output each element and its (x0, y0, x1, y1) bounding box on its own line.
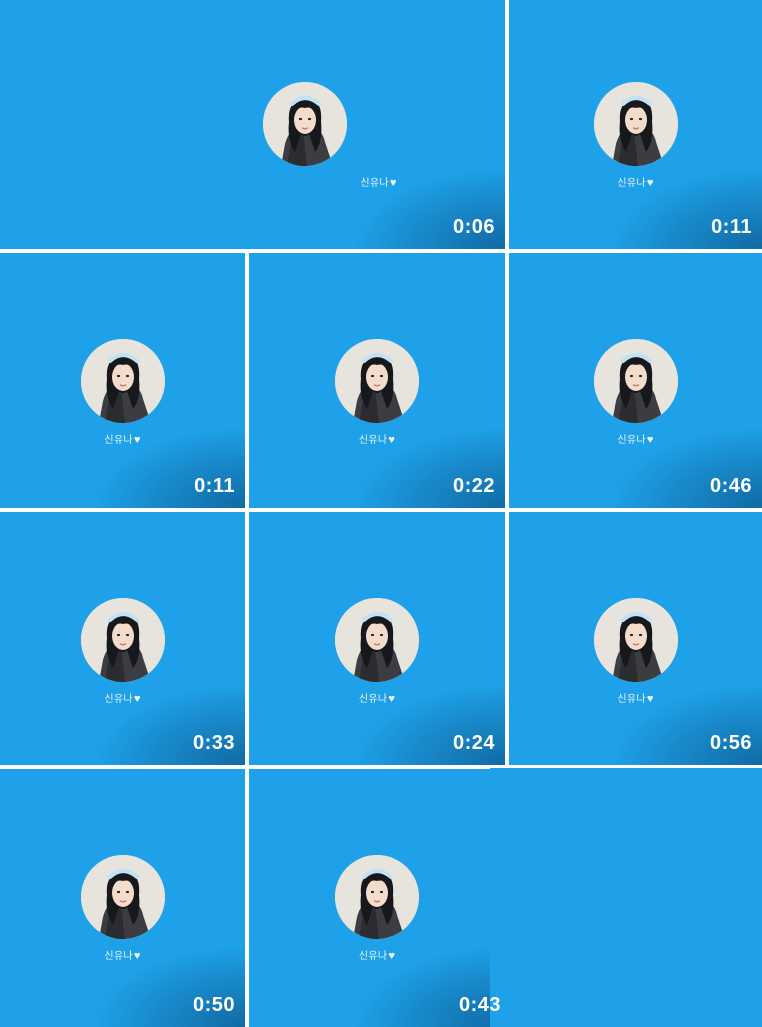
avatar (593, 598, 678, 682)
heart-icon: ♥ (388, 434, 396, 446)
clip-title: 신유나♥ (509, 690, 762, 705)
clip-name: 신유나 (104, 694, 133, 705)
clip-name: 신유나 (104, 435, 133, 446)
clip-title: 신유나♥ (0, 947, 245, 962)
avatar (593, 339, 678, 423)
clip-tile[interactable]: 신유나♥ 0:43 (249, 769, 505, 1027)
clip-name: 신유나 (360, 178, 389, 189)
clip-duration: 0:22 (452, 475, 495, 497)
heart-icon: ♥ (646, 693, 654, 705)
heart-icon: ♥ (646, 177, 654, 189)
clip-tile[interactable]: 신유나♥ 0:33 (0, 512, 245, 765)
avatar (335, 339, 419, 423)
clip-name: 신유나 (358, 435, 388, 446)
clip-title: 신유나♥ (0, 431, 245, 446)
clip-name: 신유나 (617, 178, 646, 189)
heart-icon: ♥ (388, 950, 396, 962)
clip-title: 신유나♥ (249, 431, 505, 446)
clip-tile[interactable]: 신유나♥ 0:24 (249, 512, 505, 765)
clip-title: 신유나♥ (249, 947, 505, 962)
clip-duration: 0:50 (192, 994, 235, 1016)
avatar (335, 598, 419, 682)
heart-icon: ♥ (133, 950, 141, 962)
clip-tile[interactable]: 신유나♥ 0:06 (0, 0, 505, 249)
avatar (80, 339, 165, 423)
clip-duration: 0:24 (452, 732, 495, 754)
clip-title: 신유나♥ (0, 690, 245, 705)
heart-icon: ♥ (389, 177, 397, 189)
clip-name: 신유나 (617, 694, 646, 705)
avatar (593, 82, 678, 166)
clip-duration: 0:43 (458, 994, 501, 1016)
empty-cell (490, 768, 762, 1027)
clip-tile[interactable]: 신유나♥ 0:11 (509, 0, 762, 249)
avatar (335, 855, 419, 939)
clip-tile[interactable]: 신유나♥ 0:56 (509, 512, 762, 765)
clip-tile[interactable]: 신유나♥ 0:46 (509, 253, 762, 508)
clip-name: 신유나 (358, 694, 388, 705)
clip-duration: 0:33 (192, 732, 235, 754)
voice-clip-grid: 신유나♥ 0:06 신유나♥ 0:11 신유나♥ 0:11 신유나♥ 0:22 … (0, 0, 762, 1027)
clip-name: 신유나 (358, 951, 388, 962)
clip-title: 신유나♥ (249, 690, 505, 705)
avatar (80, 598, 165, 682)
clip-title: 신유나♥ (252, 174, 505, 189)
clip-name: 신유나 (617, 435, 646, 446)
clip-tile[interactable]: 신유나♥ 0:22 (249, 253, 505, 508)
heart-icon: ♥ (646, 434, 654, 446)
heart-icon: ♥ (388, 693, 396, 705)
clip-duration: 0:56 (709, 732, 752, 754)
clip-title: 신유나♥ (509, 174, 762, 189)
clip-duration: 0:11 (711, 216, 752, 238)
avatar (80, 855, 165, 939)
clip-title: 신유나♥ (509, 431, 762, 446)
clip-tile[interactable]: 신유나♥ 0:11 (0, 253, 245, 508)
clip-duration: 0:11 (194, 475, 235, 497)
avatar (262, 82, 347, 166)
clip-duration: 0:06 (452, 216, 495, 238)
clip-tile[interactable]: 신유나♥ 0:50 (0, 769, 245, 1027)
clip-duration: 0:46 (709, 475, 752, 497)
clip-name: 신유나 (104, 951, 133, 962)
heart-icon: ♥ (133, 693, 141, 705)
heart-icon: ♥ (133, 434, 141, 446)
